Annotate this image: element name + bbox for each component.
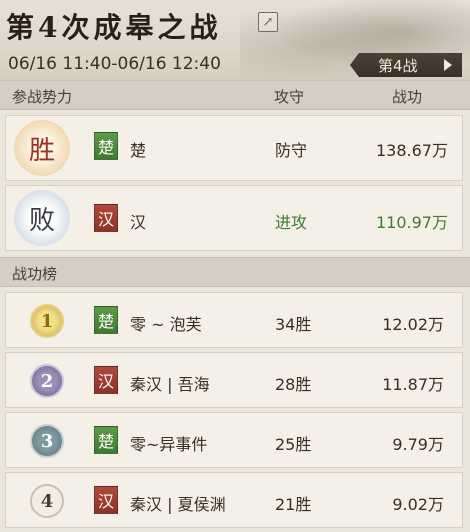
faction-tag-han: 汉 [94,204,118,232]
share-icon[interactable]: ↗ [258,12,278,32]
participant-row[interactable]: 败 汉 汉 进攻 110.97万 [5,185,463,251]
faction-name: 汉 [130,213,147,232]
ranking-row[interactable]: 1 楚 零 ~ 泡芙 34胜 12.02万 [5,292,463,348]
rank-medal-icon: 2 [30,364,64,398]
page-title: 第4次成皋之战 [6,11,222,44]
defeat-badge: 败 [14,190,70,246]
faction-tag-han: 汉 [94,486,118,514]
battle-select-button[interactable]: 第4战 [350,53,462,77]
ranking-header: 战功榜 [0,257,470,287]
player-name: 零~异事件 [130,435,208,454]
column-header-faction: 参战势力 [12,88,73,106]
role-text: 进攻 [275,213,308,232]
win-count: 21胜 [275,495,312,514]
merit-value: 12.02万 [382,315,444,334]
win-count: 34胜 [275,315,312,334]
player-name: 秦汉 | 夏侯渊 [130,495,226,514]
win-count: 25胜 [275,435,312,454]
merit-value: 9.02万 [392,495,444,514]
ranking-row[interactable]: 3 楚 零~异事件 25胜 9.79万 [5,412,463,468]
merit-value: 138.67万 [376,141,448,160]
battle-button-label: 第4战 [378,56,418,75]
merit-value: 11.87万 [382,375,444,394]
faction-name: 楚 [130,141,147,160]
rank-medal-icon: 4 [30,484,64,518]
rank-medal-icon: 3 [30,424,64,458]
arrow-right-icon [444,59,452,71]
player-name: 零 ~ 泡芙 [130,315,202,334]
faction-tag-chu: 楚 [94,132,118,160]
time-range: 06/16 11:40-06/16 12:40 [8,54,221,74]
ranking-row[interactable]: 4 汉 秦汉 | 夏侯渊 21胜 9.02万 [5,472,463,528]
ranking-row[interactable]: 2 汉 秦汉 | 吾海 28胜 11.87万 [5,352,463,408]
rank-medal-icon: 1 [30,304,64,338]
column-header-merit: 战功 [392,88,423,106]
header: 第4次成皋之战 ↗ 06/16 11:40-06/16 12:40 第4战 [0,0,470,80]
ranking-title: 战功榜 [12,265,58,283]
column-header-role: 攻守 [274,88,305,106]
win-count: 28胜 [275,375,312,394]
faction-tag-chu: 楚 [94,306,118,334]
participant-row[interactable]: 胜 楚 楚 防守 138.67万 [5,115,463,181]
role-text: 防守 [275,141,308,160]
merit-value: 9.79万 [392,435,444,454]
participants-header: 参战势力 攻守 战功 [0,80,470,110]
faction-tag-han: 汉 [94,366,118,394]
faction-tag-chu: 楚 [94,426,118,454]
merit-value: 110.97万 [376,213,448,232]
player-name: 秦汉 | 吾海 [130,375,210,394]
victory-badge: 胜 [14,120,70,176]
